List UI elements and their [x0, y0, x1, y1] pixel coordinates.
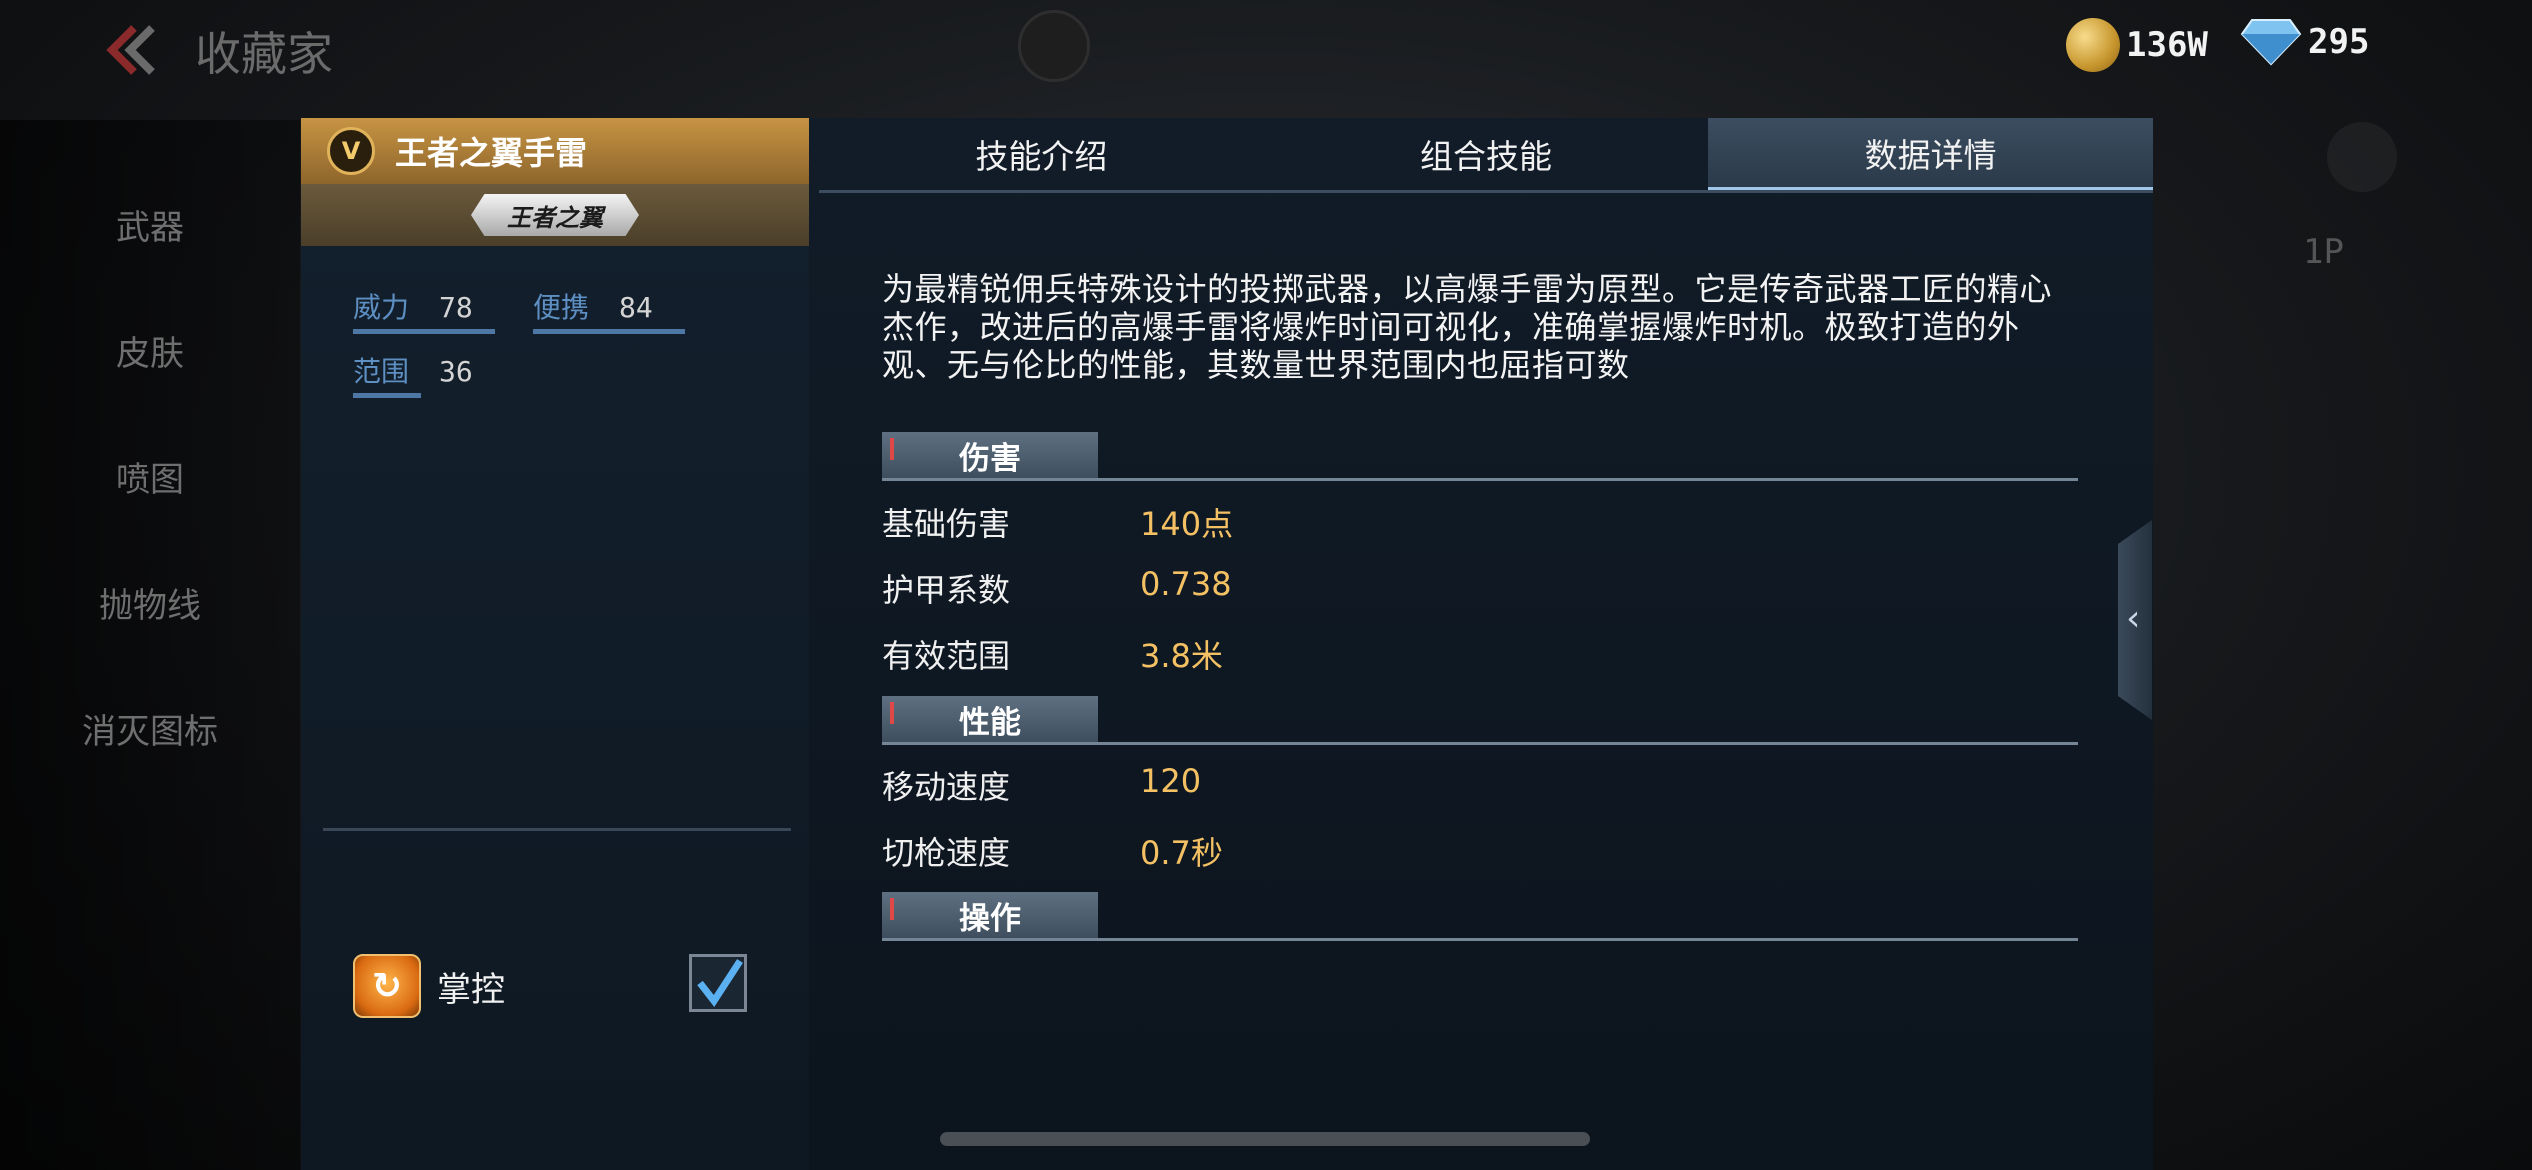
stat-power: 威力 78	[353, 286, 495, 334]
stat-portability: 便携 84	[533, 286, 685, 334]
weapon-name: 王者之翼手雷	[395, 134, 588, 172]
tab-skill-intro[interactable]: 技能介绍	[819, 118, 1264, 190]
chevron-left-icon: ‹	[2126, 598, 2141, 639]
tab-combo-skill[interactable]: 组合技能	[1264, 118, 1709, 190]
section-operation-title: 操作	[959, 900, 1021, 937]
background-category-kill-icon[interactable]: 消灭图标	[0, 704, 300, 753]
sidebar-divider	[323, 828, 791, 831]
tab-data-details[interactable]: 数据详情	[1708, 118, 2154, 190]
mastery-refresh-icon: ↻	[353, 954, 421, 1018]
mastery-label: 掌控	[437, 969, 505, 1010]
background-category-trajectory[interactable]: 抛物线	[0, 578, 300, 627]
page-title: 收藏家	[195, 27, 333, 81]
data-row-move-speed: 移动速度 120	[882, 762, 1202, 806]
weapon-name-header: V 王者之翼手雷	[301, 118, 809, 184]
data-row-base-damage: 基础伤害 140点	[882, 505, 1234, 543]
detail-content-panel: 技能介绍 组合技能 数据详情 为最精锐佣兵特殊设计的投掷武器，以高爆手雷为原型。…	[809, 118, 2154, 1170]
data-row-armor-coefficient: 护甲系数 0.738	[882, 565, 1232, 609]
chat-icon[interactable]	[1018, 10, 1090, 82]
gold-currency[interactable]: 136W	[2066, 18, 2208, 72]
stat-range: 范围 36	[353, 350, 473, 398]
background-gamepad-icon	[2327, 122, 2397, 192]
section-damage: 伤害	[882, 432, 2082, 481]
diamond-currency[interactable]: 295	[2240, 18, 2369, 66]
background-category-spray[interactable]: 喷图	[0, 452, 300, 501]
background-category-panel	[0, 120, 300, 1170]
diamond-value: 295	[2308, 22, 2370, 62]
weapon-info-sidebar: V 王者之翼手雷 王者之翼 威力 78 便携 84 范围 36 ↻ 掌控	[301, 118, 811, 1170]
section-performance: 性能	[882, 696, 2082, 745]
section-operation: 操作	[882, 892, 2082, 941]
gold-value: 136W	[2126, 25, 2208, 65]
background-category-skin[interactable]: 皮肤	[0, 326, 300, 375]
data-row-switch-speed: 切枪速度 0.7秒	[882, 834, 1223, 872]
background-player-label: 1P	[2303, 232, 2344, 272]
section-damage-title: 伤害	[959, 440, 1021, 477]
section-performance-title: 性能	[959, 704, 1021, 741]
v-rank-badge-icon: V	[327, 127, 375, 175]
mastery-item[interactable]: ↻ 掌控	[353, 954, 505, 1018]
weapon-detail-panel: V 王者之翼手雷 王者之翼 威力 78 便携 84 范围 36 ↻ 掌控 技能介…	[301, 118, 2154, 1170]
weapon-description: 为最精锐佣兵特殊设计的投掷武器，以高爆手雷为原型。它是传奇武器工匠的精心杰作，改…	[882, 270, 2053, 384]
background-category-weapon[interactable]: 武器	[0, 200, 300, 249]
checkmark-icon	[697, 959, 743, 1008]
diamond-icon	[2240, 19, 2302, 66]
detail-tabs: 技能介绍 组合技能 数据详情	[819, 118, 2154, 193]
gold-coin-icon	[2066, 18, 2120, 72]
mastery-checkbox[interactable]	[689, 954, 747, 1012]
data-row-effective-range: 有效范围 3.8米	[882, 637, 1223, 675]
weapon-series-logo: 王者之翼	[471, 194, 639, 236]
collapse-panel-handle[interactable]: ‹	[2118, 520, 2152, 720]
home-indicator	[940, 1132, 1590, 1146]
back-arrow-icon[interactable]	[100, 24, 160, 76]
weapon-emblem-strip: 王者之翼	[301, 184, 809, 246]
